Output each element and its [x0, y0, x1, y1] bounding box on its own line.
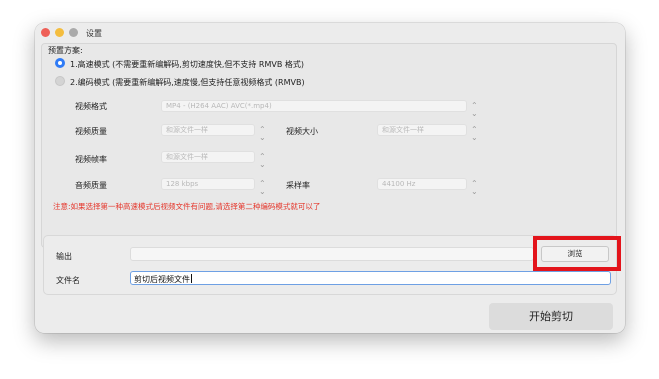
video-quality-label: 视频质量: [75, 127, 107, 136]
audio-quality-label: 音频质量: [75, 181, 107, 190]
preset-heading: 预置方案:: [48, 46, 83, 55]
radio-unselected-icon[interactable]: [55, 76, 65, 86]
radio-fast-mode-label: 1.高速模式 (不需要重新编解码,剪切速度快,但不支持 RMVB 格式): [70, 60, 305, 69]
frame-rate-select[interactable]: 和源文件一样: [161, 151, 255, 163]
sample-rate-value: 44100 Hz: [382, 180, 416, 188]
close-window-button[interactable]: [41, 28, 50, 37]
up-down-chevron-icon: ⌃ ⌄: [259, 125, 266, 142]
video-quality-value: 和源文件一样: [166, 126, 208, 134]
audio-quality-select[interactable]: 128 kbps: [161, 178, 255, 190]
zoom-window-button[interactable]: [69, 28, 78, 37]
settings-window: 设置 预置方案: 1.高速模式 (不需要重新编解码,剪切速度快,但不支持 RMV…: [35, 23, 625, 333]
frame-rate-value: 和源文件一样: [166, 153, 208, 161]
text-caret: [191, 274, 192, 283]
title-bar: 设置: [35, 23, 625, 43]
up-down-chevron-icon: ⌃ ⌄: [259, 179, 266, 196]
up-down-chevron-icon: ⌃ ⌄: [471, 125, 478, 142]
video-size-select[interactable]: 和源文件一样: [377, 124, 467, 136]
output-path-field[interactable]: [130, 247, 534, 261]
output-panel: [43, 235, 617, 295]
filename-label: 文件名: [56, 276, 80, 285]
up-down-chevron-icon: ⌃ ⌄: [471, 101, 478, 118]
audio-quality-value: 128 kbps: [166, 180, 199, 188]
preset-panel: [41, 43, 617, 248]
up-down-chevron-icon: ⌃ ⌄: [471, 179, 478, 196]
video-size-label: 视频大小: [286, 127, 318, 136]
up-down-chevron-icon: ⌃ ⌄: [259, 152, 266, 169]
video-size-value: 和源文件一样: [382, 126, 424, 134]
video-format-select[interactable]: MP4 - (H264 AAC) AVC(*.mp4): [161, 100, 467, 112]
window-title: 设置: [86, 29, 102, 38]
radio-encode-mode-label: 2.编码模式 (需要重新编解码,速度慢,但支持任意视频格式 (RMVB): [70, 78, 305, 87]
video-format-value: MP4 - (H264 AAC) AVC(*.mp4): [166, 102, 272, 110]
mode-notice: 注意:如果选择第一种高速模式后视频文件有问题,请选择第二种编码模式就可以了: [53, 202, 321, 211]
sample-rate-label: 采样率: [286, 181, 310, 190]
minimize-window-button[interactable]: [55, 28, 64, 37]
start-cut-button[interactable]: 开始剪切: [489, 303, 613, 330]
highlight-annotation-box: [533, 236, 621, 271]
radio-selected-icon[interactable]: [55, 58, 65, 68]
filename-value: 剪切后视频文件: [134, 275, 190, 284]
filename-input[interactable]: 剪切后视频文件: [130, 271, 611, 285]
video-format-label: 视频格式: [75, 102, 107, 111]
sample-rate-select[interactable]: 44100 Hz: [377, 178, 467, 190]
video-quality-select[interactable]: 和源文件一样: [161, 124, 255, 136]
frame-rate-label: 视频帧率: [75, 155, 107, 164]
output-label: 输出: [56, 252, 72, 261]
